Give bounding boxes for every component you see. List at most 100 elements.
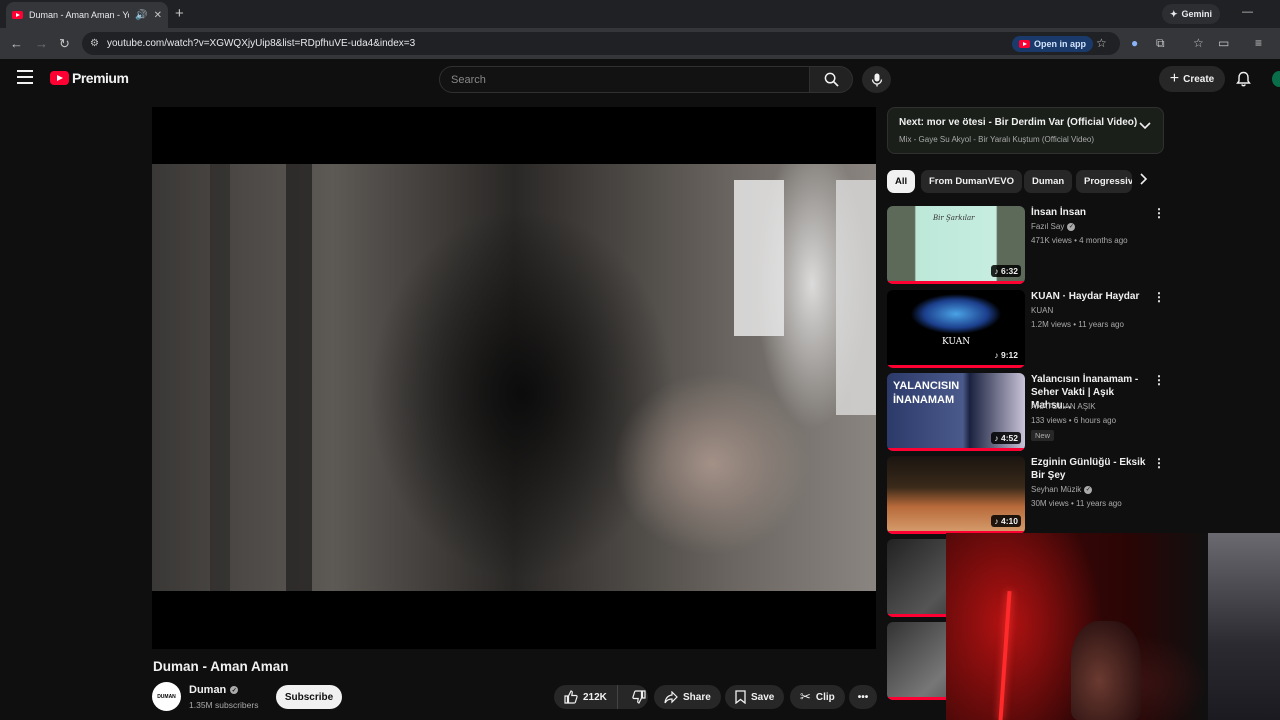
recommendation-channel[interactable]: ANATOLIAN AŞIK bbox=[1031, 402, 1096, 411]
tab-search-icon[interactable]: ▭ bbox=[1218, 36, 1229, 50]
search-icon bbox=[824, 72, 839, 87]
video-thumbnail[interactable]: KUAN ♪ 9:12 bbox=[887, 290, 1025, 368]
scene-window bbox=[734, 180, 784, 336]
up-next-subtitle: Mix - Gaye Su Akyol - Bir Yaralı Kuştum … bbox=[899, 135, 1095, 144]
up-next-title: Next: mor ve ötesi - Bir Derdim Var (Off… bbox=[899, 117, 1138, 128]
share-arrow-icon bbox=[664, 690, 678, 703]
recommendation-title[interactable]: Ezginin Günlüğü - Eksik Bir Şey bbox=[1031, 456, 1151, 482]
verified-badge-icon: ✓ bbox=[1084, 485, 1093, 494]
video-title: Duman - Aman Aman bbox=[153, 659, 289, 674]
music-note-icon: ♪ bbox=[994, 350, 999, 360]
recommendation-channel[interactable]: KUAN bbox=[1031, 306, 1053, 315]
share-label: Share bbox=[683, 691, 711, 703]
puzzle-icon[interactable]: ⧉ bbox=[1156, 36, 1165, 51]
recommendation-channel[interactable]: Fazıl Say ✓ bbox=[1031, 222, 1076, 231]
recommendation-meta: 30M views • 11 years ago bbox=[1031, 499, 1122, 508]
save-label: Save bbox=[751, 691, 775, 703]
more-vertical-icon[interactable]: ⋮ bbox=[1153, 373, 1165, 387]
bookmark-star-icon[interactable]: ☆ bbox=[1096, 36, 1107, 50]
extension-icon[interactable]: ● bbox=[1131, 36, 1138, 50]
save-button[interactable]: Save bbox=[725, 685, 785, 709]
recommendation-title[interactable]: KUAN · Haydar Haydar bbox=[1031, 290, 1151, 303]
site-settings-icon[interactable]: ⚙ bbox=[90, 38, 99, 49]
recommendation-item[interactable]: Bir Şarkılar ♪ 6:32 İnsan İnsan Fazıl Sa… bbox=[887, 206, 1165, 284]
search-input[interactable]: Search bbox=[439, 66, 810, 93]
open-in-app-button[interactable]: Open in app bbox=[1012, 36, 1094, 52]
thumbs-down-icon bbox=[632, 690, 646, 704]
hamburger-menu-icon[interactable] bbox=[17, 70, 33, 84]
music-note-icon: ♪ bbox=[994, 433, 999, 443]
like-button[interactable]: 212K bbox=[554, 685, 618, 709]
recommendation-channel[interactable]: Seyhan Müzik ✓ bbox=[1031, 485, 1093, 494]
recommendation-title[interactable]: İnsan İnsan bbox=[1031, 206, 1151, 219]
duration-badge: ♪ 6:32 bbox=[991, 265, 1021, 277]
window-city-view bbox=[1208, 533, 1280, 720]
channel-avatar[interactable]: DUMAN bbox=[152, 682, 181, 711]
dislike-button[interactable] bbox=[623, 685, 655, 709]
voice-search-button[interactable] bbox=[862, 66, 891, 93]
chip-all[interactable]: All bbox=[887, 170, 916, 193]
close-tab-icon[interactable]: ✕ bbox=[154, 10, 162, 21]
video-thumbnail[interactable]: ♪ 4:10 bbox=[887, 456, 1025, 534]
browser-menu-icon[interactable]: ≡ bbox=[1255, 36, 1262, 50]
browser-tab-bar: Duman - Aman Aman - You 🔊 ✕ + ✦ Gemini — bbox=[0, 0, 1280, 28]
chevron-right-icon[interactable] bbox=[1140, 173, 1148, 185]
chip-from-dumanvevo[interactable]: From DumanVEVO bbox=[921, 170, 1022, 193]
video-thumbnail[interactable]: Bir Şarkılar ♪ 6:32 bbox=[887, 206, 1025, 284]
youtube-premium-logo[interactable]: Premium bbox=[50, 70, 129, 86]
bookmark-icon bbox=[735, 690, 746, 704]
share-button[interactable]: Share bbox=[654, 685, 721, 709]
channel-name-link[interactable]: Duman ✓ bbox=[189, 684, 239, 696]
thumbnail-text: YALANCISIN İNANAMAM bbox=[893, 380, 960, 406]
account-avatar[interactable] bbox=[1272, 71, 1280, 87]
reload-icon[interactable]: ↻ bbox=[59, 36, 70, 52]
url-field[interactable]: ⚙ youtube.com/watch?v=XGWQXjyUip8&list=R… bbox=[82, 32, 1120, 55]
chip-progressive[interactable]: Progressive bbox=[1076, 170, 1132, 193]
create-button[interactable]: + Create bbox=[1159, 66, 1225, 92]
new-tab-icon[interactable]: + bbox=[175, 5, 184, 22]
neon-light bbox=[998, 591, 1012, 720]
webcam-overlay bbox=[946, 533, 1280, 720]
browser-tab[interactable]: Duman - Aman Aman - You 🔊 ✕ bbox=[6, 2, 168, 28]
clip-label: Clip bbox=[815, 691, 835, 703]
chevron-down-icon[interactable] bbox=[1139, 122, 1151, 130]
more-vertical-icon[interactable]: ⋮ bbox=[1153, 206, 1165, 220]
gemini-button[interactable]: ✦ Gemini bbox=[1162, 4, 1221, 24]
scene-post bbox=[286, 164, 312, 591]
open-in-app-label: Open in app bbox=[1034, 39, 1087, 49]
plus-icon: + bbox=[1169, 70, 1180, 87]
recommendation-item[interactable]: ♪ 4:10 Ezginin Günlüğü - Eksik Bir Şey S… bbox=[887, 456, 1165, 534]
thumbnail-text: KUAN bbox=[942, 337, 971, 347]
scene-post bbox=[210, 164, 230, 591]
minimize-icon[interactable]: — bbox=[1242, 6, 1253, 18]
channel-name: Duman bbox=[189, 684, 227, 696]
forward-arrow-icon[interactable]: → bbox=[35, 36, 48, 51]
tab-title: Duman - Aman Aman - You bbox=[29, 10, 130, 20]
recommendation-item[interactable]: YALANCISIN İNANAMAM ♪ 4:52 Yalancısın İn… bbox=[887, 373, 1165, 451]
recommendation-meta: 471K views • 4 months ago bbox=[1031, 236, 1128, 245]
duration: 4:52 bbox=[1000, 433, 1018, 443]
video-thumbnail[interactable]: YALANCISIN İNANAMAM ♪ 4:52 bbox=[887, 373, 1025, 451]
more-vertical-icon[interactable]: ⋮ bbox=[1153, 290, 1165, 304]
subscribe-button[interactable]: Subscribe bbox=[276, 685, 342, 709]
recommendation-item[interactable]: KUAN ♪ 9:12 KUAN · Haydar Haydar KUAN 1.… bbox=[887, 290, 1165, 368]
like-dislike-group: 212K bbox=[554, 685, 648, 709]
like-count: 212K bbox=[583, 691, 607, 703]
bookmarks-icon[interactable]: ☆ bbox=[1193, 36, 1204, 50]
more-actions-button[interactable]: ••• bbox=[849, 685, 877, 709]
chip-duman[interactable]: Duman bbox=[1024, 170, 1073, 193]
more-vertical-icon[interactable]: ⋮ bbox=[1153, 456, 1165, 470]
logo-text: Premium bbox=[72, 70, 129, 86]
duration-badge: ♪ 4:10 bbox=[991, 515, 1021, 527]
notifications-bell-icon[interactable] bbox=[1236, 71, 1251, 87]
sparkle-icon: ✦ bbox=[1170, 8, 1178, 19]
clip-button[interactable]: ✂ Clip bbox=[790, 685, 845, 709]
audio-playing-icon[interactable]: 🔊 bbox=[135, 10, 147, 21]
channel-name: Fazıl Say bbox=[1031, 222, 1065, 231]
thumbs-up-icon bbox=[564, 690, 578, 704]
up-next-panel[interactable]: Next: mor ve ötesi - Bir Derdim Var (Off… bbox=[887, 107, 1164, 154]
video-player[interactable] bbox=[152, 107, 876, 649]
back-arrow-icon[interactable]: ← bbox=[10, 36, 23, 51]
verified-badge-icon: ✓ bbox=[230, 686, 239, 694]
search-button[interactable] bbox=[809, 66, 853, 93]
